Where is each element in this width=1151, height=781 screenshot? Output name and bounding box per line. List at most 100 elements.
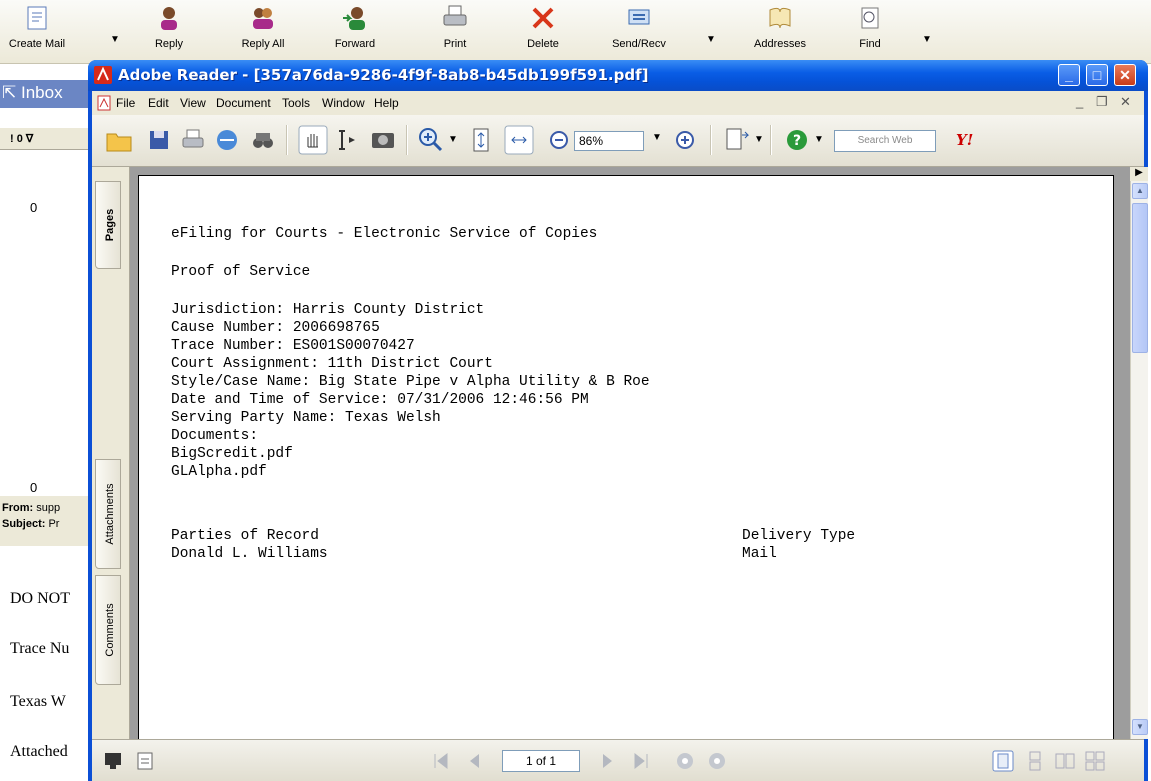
search-web-input[interactable]: Search Web — [834, 130, 936, 152]
snapshot-camera-icon[interactable] — [368, 125, 398, 155]
rotate-view-icon[interactable] — [722, 125, 752, 155]
toolbar-separator — [406, 125, 408, 155]
addresses-button[interactable]: Addresses — [745, 4, 815, 62]
next-view-icon[interactable] — [706, 750, 728, 772]
menu-bar: File Edit View Document Tools Window Hel… — [92, 91, 1144, 115]
toolbar-separator — [710, 125, 712, 155]
pdf-document-icon[interactable] — [96, 95, 112, 111]
attachment-indicator: 0 — [30, 200, 38, 215]
find-binoculars-icon[interactable] — [248, 125, 278, 155]
toolbar-separator — [286, 125, 288, 155]
menu-window[interactable]: Window — [322, 96, 365, 110]
next-page-icon[interactable] — [596, 750, 618, 772]
attachment-indicator: 0 — [30, 480, 38, 495]
tab-attachments[interactable]: Attachments — [95, 459, 121, 569]
help-icon[interactable]: ? — [782, 125, 812, 155]
find-button[interactable]: Find — [835, 4, 905, 62]
find-dropdown-icon[interactable]: ▼ — [922, 34, 932, 45]
delete-icon — [532, 7, 554, 29]
reader-toolbar: ▼ 86% ▼ ▼ ? ▼ Search Web Y! — [92, 115, 1144, 167]
scroll-up-icon[interactable]: ▲ — [1132, 183, 1148, 199]
menu-document[interactable]: Document — [216, 96, 271, 110]
forward-icon — [343, 7, 365, 30]
yahoo-logo-icon[interactable]: Y! — [956, 131, 973, 149]
select-text-icon[interactable] — [332, 125, 362, 155]
open-folder-icon[interactable] — [104, 125, 134, 155]
continuous-facing-view-icon[interactable] — [1084, 750, 1106, 772]
delete-button[interactable]: Delete — [508, 4, 578, 62]
create-mail-dropdown-icon[interactable]: ▼ — [110, 34, 120, 45]
tab-comments[interactable]: Comments — [95, 575, 121, 685]
pdf-page: eFiling for Courts - Electronic Service … — [138, 175, 1114, 739]
title-bar[interactable]: Adobe Reader - [357a76da-9286-4f9f-8ab8-… — [88, 60, 1148, 91]
help-dropdown-icon[interactable]: ▼ — [814, 134, 824, 145]
toolbar-separator — [770, 125, 772, 155]
single-page-view-icon[interactable] — [992, 750, 1014, 772]
zoom-dropdown-icon[interactable]: ▼ — [652, 132, 662, 143]
menu-view[interactable]: View — [180, 96, 206, 110]
previous-page-icon[interactable] — [464, 750, 486, 772]
outlook-toolbar: Create Mail ▼ Reply Reply All Forward Pr… — [0, 0, 1151, 64]
fit-page-icon[interactable] — [466, 125, 496, 155]
message-list-column-headers[interactable]: ! 0 ∇ — [0, 128, 92, 150]
fit-width-icon[interactable] — [504, 125, 534, 155]
zoom-tool-dropdown-icon[interactable]: ▼ — [448, 134, 458, 145]
last-page-icon[interactable] — [630, 750, 652, 772]
monitor-icon[interactable] — [102, 750, 124, 772]
minimize-icon: _ — [1065, 67, 1073, 83]
rotate-dropdown-icon[interactable]: ▼ — [754, 134, 764, 145]
save-icon[interactable] — [144, 125, 174, 155]
zoom-in-icon[interactable] — [416, 125, 446, 155]
adobe-reader-window: Adobe Reader - [357a76da-9286-4f9f-8ab8-… — [88, 60, 1148, 781]
find-icon — [861, 7, 879, 29]
parties-header: Parties of Record — [171, 528, 319, 544]
menu-help[interactable]: Help — [374, 96, 399, 110]
doc-restore-icon[interactable]: ❐ — [1096, 94, 1108, 110]
print-icon[interactable] — [178, 125, 208, 155]
page-number-input[interactable]: 1 of 1 — [502, 750, 580, 772]
minimize-button[interactable]: _ — [1058, 64, 1080, 86]
first-page-icon[interactable] — [430, 750, 452, 772]
tab-pages[interactable]: Pages — [95, 181, 121, 269]
close-button[interactable]: ✕ — [1114, 64, 1136, 86]
reply-all-button[interactable]: Reply All — [228, 4, 298, 62]
print-button[interactable]: Print — [420, 4, 490, 62]
create-mail-icon — [27, 6, 47, 30]
navigation-panel-tabs: Pages Attachments Comments — [92, 167, 130, 739]
close-icon: ✕ — [1119, 67, 1131, 83]
zoom-out-icon[interactable] — [544, 125, 574, 155]
menu-tools[interactable]: Tools — [282, 96, 310, 110]
document-heading: eFiling for Courts - Electronic Service … — [171, 226, 598, 242]
panel-expand-arrow-icon[interactable]: ▶ — [1130, 167, 1148, 181]
document-view[interactable]: eFiling for Courts - Electronic Service … — [130, 167, 1130, 739]
adobe-reader-icon — [94, 66, 112, 84]
preview-body-line: Attached — [10, 743, 68, 760]
page-layout-icon[interactable] — [134, 750, 156, 772]
zoom-in-plus-icon[interactable] — [670, 125, 700, 155]
menu-file[interactable]: File — [116, 96, 135, 110]
vertical-scrollbar[interactable]: ▲ ▼ — [1130, 181, 1148, 739]
field-court-assignment: Court Assignment: 11th District Court — [171, 356, 493, 372]
create-mail-button[interactable]: Create Mail — [2, 4, 72, 62]
send-receive-button[interactable]: Send/Recv — [604, 4, 674, 62]
menu-edit[interactable]: Edit — [148, 96, 169, 110]
printer-icon — [443, 5, 467, 26]
continuous-view-icon[interactable] — [1024, 750, 1046, 772]
window-title: Adobe Reader - [357a76da-9286-4f9f-8ab8-… — [118, 66, 649, 84]
send-receive-dropdown-icon[interactable]: ▼ — [706, 34, 716, 45]
doc-close-icon[interactable]: ✕ — [1120, 94, 1131, 110]
party-name: Donald L. Williams — [171, 546, 328, 562]
previous-view-icon[interactable] — [674, 750, 696, 772]
preview-header: From: supp Subject: Pr — [0, 496, 92, 546]
forward-button[interactable]: Forward — [320, 4, 390, 62]
hand-tool-icon[interactable] — [298, 125, 328, 155]
reply-button[interactable]: Reply — [134, 4, 204, 62]
field-service-datetime: Date and Time of Service: 07/31/2006 12:… — [171, 392, 589, 408]
zoom-level-input[interactable]: 86% — [574, 131, 644, 151]
facing-view-icon[interactable] — [1054, 750, 1076, 772]
email-icon[interactable] — [212, 125, 242, 155]
scroll-thumb[interactable] — [1132, 203, 1148, 353]
maximize-button[interactable]: □ — [1086, 64, 1108, 86]
scroll-down-icon[interactable]: ▼ — [1132, 719, 1148, 735]
doc-minimize-icon[interactable]: _ — [1076, 94, 1083, 109]
